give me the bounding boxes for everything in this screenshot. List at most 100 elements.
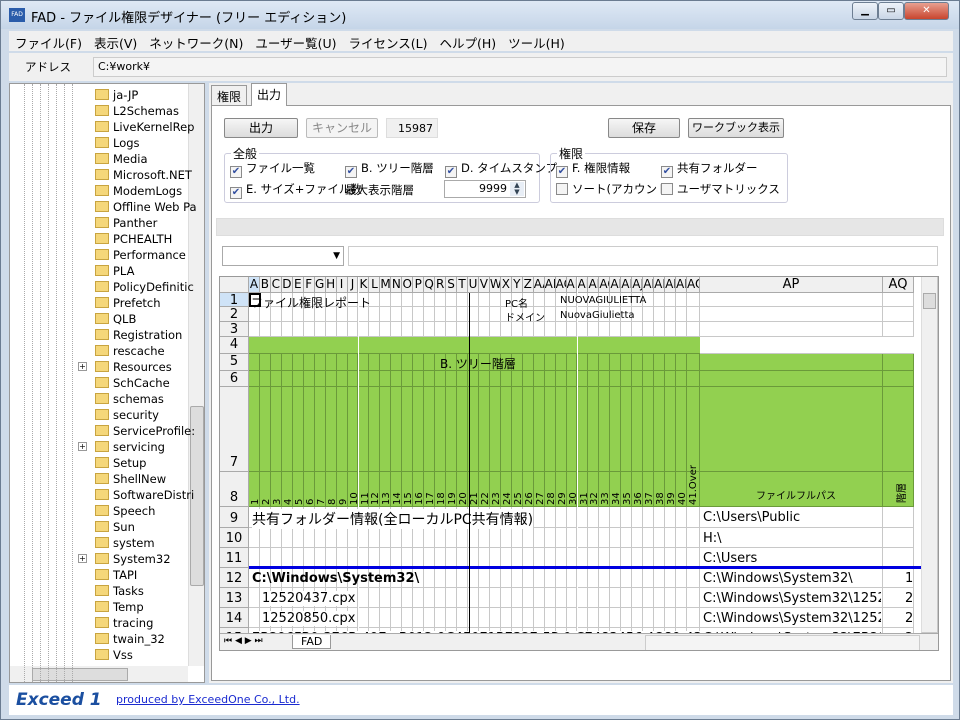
tree-item[interactable]: QLB bbox=[95, 311, 136, 327]
cell[interactable] bbox=[424, 588, 436, 608]
column-header[interactable]: H bbox=[325, 277, 337, 293]
row-header[interactable]: 12 bbox=[220, 568, 249, 588]
cell[interactable] bbox=[522, 337, 534, 354]
cell[interactable] bbox=[435, 528, 447, 548]
cell[interactable] bbox=[700, 307, 883, 322]
cell[interactable] bbox=[314, 322, 326, 337]
cell[interactable] bbox=[435, 337, 447, 354]
cell[interactable] bbox=[500, 387, 512, 472]
column-header[interactable]: AE bbox=[577, 277, 589, 293]
expand-icon[interactable]: + bbox=[78, 362, 87, 371]
cell[interactable] bbox=[391, 371, 403, 387]
column-header[interactable]: AQ bbox=[883, 277, 914, 293]
cell[interactable] bbox=[621, 507, 633, 528]
cell[interactable] bbox=[643, 608, 655, 628]
tree-horizontal-scrollbar[interactable] bbox=[10, 666, 188, 682]
sheet-vertical-scrollbar[interactable] bbox=[921, 277, 938, 633]
cell[interactable] bbox=[270, 387, 282, 472]
cell[interactable] bbox=[347, 337, 359, 354]
cell[interactable] bbox=[676, 507, 687, 528]
cell[interactable] bbox=[687, 293, 700, 307]
cell[interactable] bbox=[281, 322, 293, 337]
cell[interactable] bbox=[621, 354, 633, 371]
cell[interactable] bbox=[566, 528, 578, 548]
column-header[interactable]: Y bbox=[511, 277, 523, 293]
cell[interactable] bbox=[249, 608, 260, 628]
cell[interactable] bbox=[654, 528, 666, 548]
name-box-dropdown[interactable]: ▼ bbox=[222, 246, 344, 266]
cell[interactable] bbox=[292, 322, 304, 337]
cell[interactable] bbox=[325, 337, 337, 354]
cell[interactable] bbox=[446, 293, 458, 307]
column-header[interactable]: E bbox=[292, 277, 304, 293]
cell[interactable] bbox=[533, 507, 545, 528]
cell[interactable] bbox=[249, 354, 260, 371]
tree-item[interactable]: ja-JP bbox=[95, 87, 138, 103]
cell[interactable] bbox=[687, 371, 700, 387]
cell[interactable] bbox=[402, 322, 414, 337]
cell[interactable] bbox=[665, 568, 677, 588]
cell[interactable] bbox=[314, 548, 326, 568]
cell[interactable] bbox=[654, 307, 666, 322]
cell[interactable] bbox=[610, 371, 622, 387]
cell[interactable] bbox=[522, 608, 534, 628]
cell[interactable] bbox=[478, 307, 490, 322]
cell[interactable] bbox=[599, 337, 611, 354]
row-header[interactable]: 2 bbox=[220, 307, 249, 322]
cell[interactable] bbox=[610, 507, 622, 528]
menu-item[interactable]: 表示(V) bbox=[88, 31, 143, 54]
cell[interactable] bbox=[544, 548, 556, 568]
cell[interactable] bbox=[402, 307, 414, 322]
cell[interactable] bbox=[566, 337, 578, 354]
cell[interactable] bbox=[511, 588, 523, 608]
active-cell[interactable] bbox=[249, 293, 261, 307]
cell[interactable] bbox=[249, 387, 260, 472]
max-depth-spinner[interactable]: 9999 ▲ ▼ bbox=[444, 180, 526, 198]
cell[interactable] bbox=[621, 387, 633, 472]
tree-item[interactable]: tracing bbox=[95, 615, 153, 631]
cell[interactable] bbox=[369, 337, 381, 354]
cell[interactable] bbox=[599, 588, 611, 608]
tree-item[interactable]: ModemLogs bbox=[95, 183, 182, 199]
cell[interactable] bbox=[413, 608, 425, 628]
save-button[interactable]: 保存 bbox=[608, 118, 680, 138]
cell[interactable] bbox=[358, 548, 370, 568]
cell[interactable] bbox=[358, 337, 370, 354]
column-header[interactable]: U bbox=[468, 277, 479, 293]
cell[interactable] bbox=[413, 387, 425, 472]
cell[interactable] bbox=[544, 337, 556, 354]
cell[interactable] bbox=[424, 568, 436, 588]
cell[interactable] bbox=[457, 608, 468, 628]
cell[interactable] bbox=[588, 507, 600, 528]
cell[interactable] bbox=[621, 528, 633, 548]
cell[interactable] bbox=[555, 568, 567, 588]
cell[interactable] bbox=[610, 568, 622, 588]
tree-item[interactable]: Prefetch bbox=[95, 295, 161, 311]
tree-item[interactable]: SoftwareDistri bbox=[95, 487, 194, 503]
cell[interactable] bbox=[676, 548, 687, 568]
cell[interactable] bbox=[533, 371, 545, 387]
cell[interactable] bbox=[566, 507, 578, 528]
cell[interactable] bbox=[643, 387, 655, 472]
cell[interactable] bbox=[577, 387, 589, 472]
cell[interactable] bbox=[610, 354, 622, 371]
cell[interactable] bbox=[522, 528, 534, 548]
column-header[interactable]: AD bbox=[566, 277, 578, 293]
cell[interactable] bbox=[588, 608, 600, 628]
cell[interactable] bbox=[336, 354, 348, 371]
cell[interactable] bbox=[654, 322, 666, 337]
cell[interactable] bbox=[643, 307, 655, 322]
cell[interactable] bbox=[446, 608, 458, 628]
cell[interactable] bbox=[665, 293, 677, 307]
cell[interactable] bbox=[533, 337, 545, 354]
cell[interactable] bbox=[544, 608, 556, 628]
tree-item[interactable]: security bbox=[95, 407, 159, 423]
cell[interactable] bbox=[435, 307, 447, 322]
cell[interactable] bbox=[654, 588, 666, 608]
cell[interactable] bbox=[566, 354, 578, 371]
cell[interactable] bbox=[314, 528, 326, 548]
cell[interactable] bbox=[676, 307, 687, 322]
cell[interactable] bbox=[489, 371, 501, 387]
cell[interactable] bbox=[347, 322, 359, 337]
cell[interactable] bbox=[380, 293, 392, 307]
